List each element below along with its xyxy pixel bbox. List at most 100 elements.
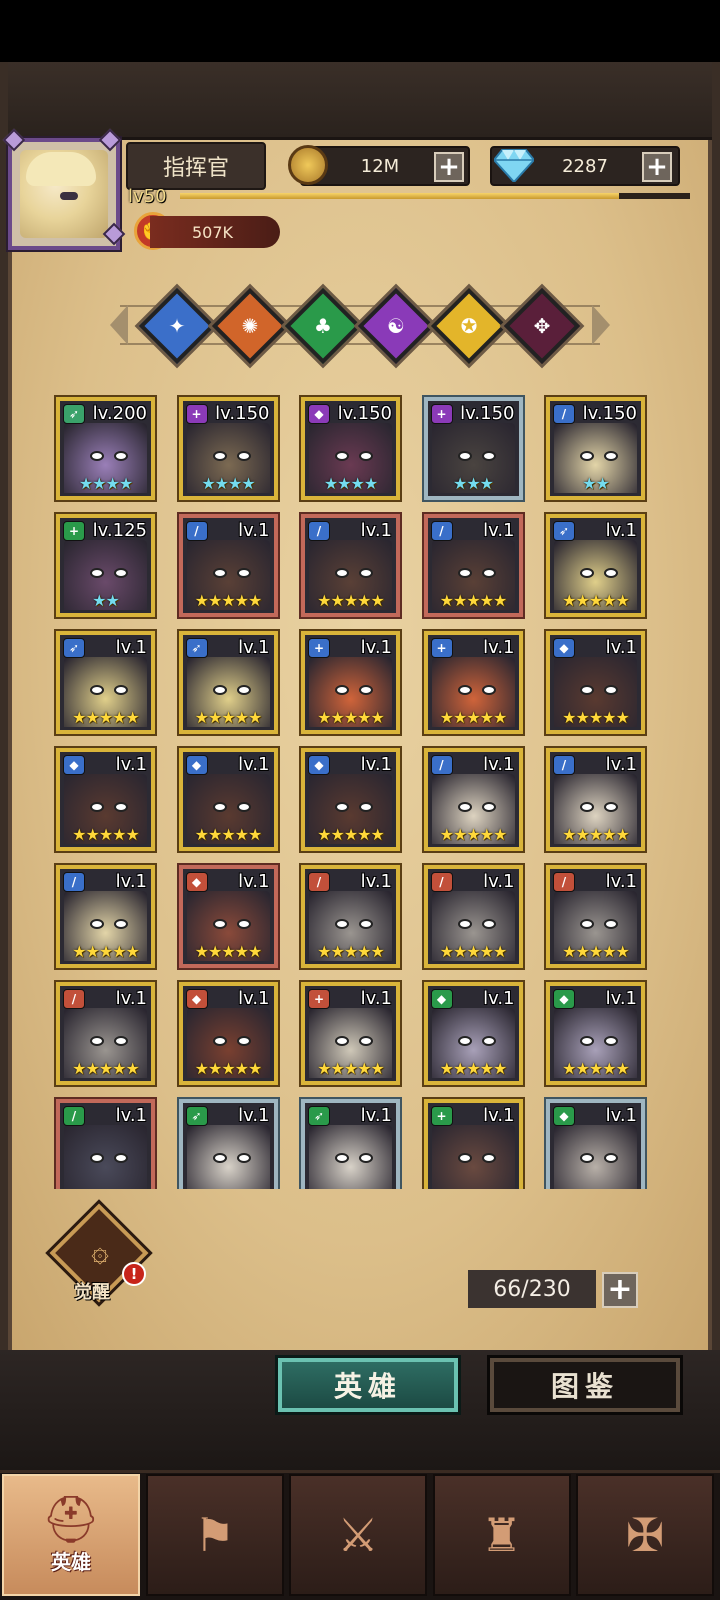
hero-card[interactable]: ➶ lv.1 ★★★★★	[546, 514, 645, 617]
hero-stars: ★★★★★	[194, 1059, 263, 1078]
shield-class-icon: ◆	[553, 638, 575, 658]
bow-class-icon: ➶	[185, 638, 208, 658]
yellow-faction-icon: ✪	[460, 314, 478, 338]
hero-level: lv.1	[238, 988, 270, 1009]
gold-coin-icon	[288, 145, 328, 185]
hero-card[interactable]: ◆ lv.1 ★★★★★	[423, 982, 523, 1085]
nav-guild-emblem[interactable]: ✠	[576, 1474, 714, 1596]
hero-card[interactable]: ➶ lv.1	[301, 1099, 400, 1189]
hero-card[interactable]: / lv.1 ★★★★★	[423, 748, 523, 851]
gold-amount: 12M	[360, 155, 400, 177]
blue-faction-icon: ✦	[168, 314, 186, 338]
hero-card[interactable]: + lv.150 ★★★★	[178, 397, 278, 500]
hero-level: lv.1	[115, 988, 147, 1009]
expand-slots-button[interactable]: +	[602, 1272, 638, 1308]
hero-stars: ★★★	[452, 474, 494, 493]
hero-stars: ★★★★★	[317, 591, 385, 610]
hero-card[interactable]: ➶ lv.200 ★★★★	[56, 397, 155, 500]
shield-class-icon: ◆	[63, 755, 85, 775]
hero-level: lv.150	[337, 403, 392, 424]
hero-card[interactable]: ◆ lv.1 ★★★★★	[301, 748, 400, 851]
player-level: lv50	[128, 186, 167, 207]
hero-card[interactable]: / lv.1 ★★★★★	[546, 748, 645, 851]
hero-card[interactable]: + lv.1 ★★★★★	[301, 631, 400, 734]
hero-level: lv.1	[483, 520, 515, 541]
hero-card[interactable]: ➶ lv.1	[178, 1099, 278, 1189]
shield-class-icon: ◆	[185, 872, 208, 892]
hero-level: lv.1	[605, 871, 637, 892]
hero-card[interactable]: + lv.150 ★★★	[423, 397, 523, 500]
hero-card[interactable]: + lv.125 ★★	[56, 514, 155, 617]
sword-class-icon: /	[63, 1106, 85, 1126]
hero-count: 66/230	[468, 1270, 596, 1308]
hero-stars: ★★★★★	[194, 591, 263, 610]
hero-card[interactable]: ◆ lv.1 ★★★★★	[546, 631, 645, 734]
hero-card[interactable]: / lv.1 ★★★★★	[56, 865, 155, 968]
gem-amount: 2287	[562, 155, 608, 177]
sword-class-icon: /	[63, 872, 85, 892]
shield-class-icon: ◆	[308, 755, 330, 775]
hero-stars: ★★★★★	[317, 825, 385, 844]
hero-card[interactable]: ◆ lv.1	[546, 1099, 645, 1189]
hero-level: lv.1	[360, 520, 392, 541]
nav-crossed-swords[interactable]: ⚔	[289, 1474, 427, 1596]
hero-stars: ★★★★★	[439, 591, 508, 610]
hero-card[interactable]: + lv.1 ★★★★★	[423, 631, 523, 734]
tab-heroes[interactable]: 英雄	[278, 1358, 458, 1412]
hero-card[interactable]: / lv.1	[56, 1099, 155, 1189]
filter-left-arrow-icon[interactable]	[110, 305, 128, 345]
hero-card[interactable]: ◆ lv.1 ★★★★★	[56, 748, 155, 851]
hero-card[interactable]: / lv.150 ★★	[546, 397, 645, 500]
castle-tower-icon: ♜	[480, 1508, 523, 1562]
exp-bar-fill	[180, 193, 619, 199]
diamond-icon	[494, 145, 534, 185]
plus-class-icon: +	[430, 404, 453, 424]
hero-stars: ★★	[582, 474, 610, 493]
hero-card[interactable]: / lv.1 ★★★★★	[301, 514, 400, 617]
add-gold-button[interactable]: +	[434, 152, 464, 182]
hero-card[interactable]: ◆ lv.150 ★★★★	[301, 397, 400, 500]
orange-faction-icon: ✺	[241, 314, 259, 338]
hero-card[interactable]: ◆ lv.1 ★★★★★	[546, 982, 645, 1085]
hero-card[interactable]: ◆ lv.1 ★★★★★	[178, 982, 278, 1085]
hero-level: lv.150	[215, 403, 270, 424]
nav-castle-tower[interactable]: ♜	[432, 1474, 571, 1596]
hero-card[interactable]: ◆ lv.1 ★★★★★	[178, 748, 278, 851]
hero-stars: ★★★★	[78, 474, 133, 493]
shield-class-icon: ◆	[185, 755, 208, 775]
hero-card[interactable]: / lv.1 ★★★★★	[423, 865, 523, 968]
hero-card[interactable]: / lv.1 ★★★★★	[546, 865, 645, 968]
green-faction-icon: ♣	[314, 314, 332, 338]
right-border	[712, 62, 720, 1362]
hero-card[interactable]: ◆ lv.1 ★★★★★	[178, 865, 278, 968]
filter-right-arrow-icon[interactable]	[592, 305, 610, 345]
player-name[interactable]: 指挥官	[126, 142, 266, 190]
hero-stars: ★★★★★	[317, 942, 385, 961]
sword-class-icon: /	[308, 521, 330, 541]
sword-class-icon: /	[185, 521, 208, 541]
sword-class-icon: /	[308, 872, 330, 892]
hero-card[interactable]: ➶ lv.1 ★★★★★	[178, 631, 278, 734]
plus-class-icon: +	[185, 404, 208, 424]
hero-stars: ★★★★★	[194, 708, 263, 727]
hero-card[interactable]: + lv.1	[423, 1099, 523, 1189]
hero-card[interactable]: ➶ lv.1 ★★★★★	[56, 631, 155, 734]
hero-portrait	[64, 1125, 147, 1189]
hero-level: lv.1	[483, 1105, 515, 1126]
hero-card[interactable]: / lv.1 ★★★★★	[56, 982, 155, 1085]
hero-card[interactable]: + lv.1 ★★★★★	[301, 982, 400, 1085]
add-gems-button[interactable]: +	[642, 152, 672, 182]
tab-codex[interactable]: 图鉴	[490, 1358, 680, 1412]
hero-stars: ★★★★★	[72, 942, 140, 961]
shield-class-icon: ◆	[185, 989, 208, 1009]
hero-level: lv.150	[582, 403, 637, 424]
plus-class-icon: +	[63, 521, 85, 541]
hero-card[interactable]: / lv.1 ★★★★★	[301, 865, 400, 968]
hero-card[interactable]: / lv.1 ★★★★★	[178, 514, 278, 617]
nav-hero-helmet[interactable]: ⛑ 英雄	[2, 1474, 140, 1596]
nav-flag-map[interactable]: ⚑	[145, 1474, 284, 1596]
hero-card[interactable]: / lv.1 ★★★★★	[423, 514, 523, 617]
sword-class-icon: /	[430, 521, 453, 541]
hero-level: lv.150	[460, 403, 515, 424]
hero-portrait	[554, 1125, 637, 1189]
